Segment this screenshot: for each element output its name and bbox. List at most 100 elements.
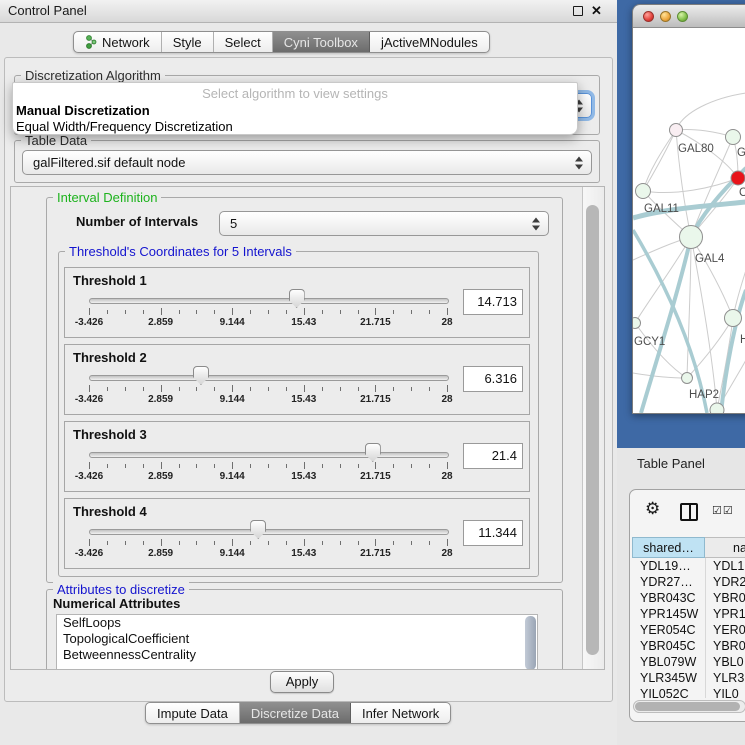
attributes-list: SelfLoopsTopologicalCoefficientBetweenne…	[56, 614, 538, 670]
zoom-button[interactable]	[677, 11, 688, 22]
network-node-gal4[interactable]	[680, 226, 703, 249]
slider-tick	[393, 387, 394, 391]
slider-tick	[322, 541, 323, 545]
network-edge[interactable]	[633, 373, 687, 378]
tab-select[interactable]: Select	[214, 32, 273, 52]
network-node-hap2[interactable]	[682, 373, 693, 384]
network-node-gcy1[interactable]	[633, 318, 641, 329]
slider-thumb[interactable]	[193, 366, 209, 385]
network-edge[interactable]	[691, 237, 733, 318]
close-button[interactable]	[643, 11, 654, 22]
slider-track[interactable]	[89, 452, 449, 458]
slider-tick	[393, 541, 394, 545]
threshold-value-field[interactable]: 11.344	[463, 520, 523, 546]
list-scrollbar[interactable]	[525, 616, 536, 670]
horizontal-scrollbar-track[interactable]	[633, 700, 745, 713]
slider-tick	[340, 541, 341, 545]
slider-tick	[286, 464, 287, 468]
slider-tick	[250, 310, 251, 314]
checkboxes-icon[interactable]: ☑☑	[712, 504, 734, 517]
thresholds-group-title: Threshold's Coordinates for 5 Intervals	[65, 244, 296, 259]
interval-definition-title: Interval Definition	[53, 190, 161, 205]
network-view-area: GAL80GACGAL11GAL4GCY1HHAP2	[617, 0, 745, 448]
top-tab-bar: NetworkStyleSelectCyni ToolboxjActiveMNo…	[73, 31, 490, 53]
slider-tick-label: -3.426	[59, 548, 119, 559]
attribute-item[interactable]: BetweennessCentrality	[57, 647, 537, 663]
threshold-value-field[interactable]: 6.316	[463, 366, 523, 392]
threshold-panel: Threshold 3-3.4262.8599.14415.4321.71528…	[64, 421, 530, 492]
network-edge[interactable]	[676, 93, 745, 130]
table-row[interactable]: YDL19…YDL1	[632, 559, 745, 575]
node-label: GAL80	[678, 143, 714, 155]
attributes-group-title: Attributes to discretize	[53, 582, 189, 597]
table-panel-title: Table Panel	[637, 456, 705, 471]
bottom-tab-bar: Impute DataDiscretize DataInfer Network	[145, 702, 451, 724]
table-row[interactable]: YER054CYER0	[632, 623, 745, 639]
slider-tick	[411, 310, 412, 314]
vertical-scrollbar-track[interactable]	[582, 187, 603, 669]
vertical-scrollbar-thumb[interactable]	[586, 205, 599, 655]
network-node[interactable]	[710, 403, 724, 413]
table-data-value: galFiltered.sif default node	[33, 155, 185, 170]
algorithm-option[interactable]: Manual Discretization	[13, 103, 577, 119]
table-data-combobox[interactable]: galFiltered.sif default node	[22, 150, 592, 175]
algorithm-option[interactable]: Equal Width/Frequency Discretization	[13, 119, 577, 135]
table-row[interactable]: YBL079WYBL0	[632, 655, 745, 671]
slider-tick	[250, 541, 251, 545]
slider-tick-label: 15.43	[274, 394, 334, 405]
num-intervals-combobox[interactable]: 5	[219, 211, 549, 236]
network-canvas[interactable]: GAL80GACGAL11GAL4GCY1HHAP2	[633, 28, 745, 413]
slider-thumb[interactable]	[365, 443, 381, 462]
slider-thumb[interactable]	[289, 289, 305, 308]
table-row[interactable]: YBR043CYBR0	[632, 591, 745, 607]
slider-track[interactable]	[89, 375, 449, 381]
network-node-gal11[interactable]	[636, 184, 651, 199]
network-node-h[interactable]	[725, 310, 742, 327]
tab-network[interactable]: Network	[74, 32, 162, 52]
cell-shared-name: YDR27…	[640, 575, 704, 589]
attribute-item[interactable]: TopologicalCoefficient	[57, 631, 537, 647]
network-window: GAL80GACGAL11GAL4GCY1HHAP2	[632, 4, 745, 414]
slider-track[interactable]	[89, 529, 449, 535]
network-edge-highlighted[interactable]	[641, 237, 691, 413]
minimize-button[interactable]	[660, 11, 671, 22]
float-window-icon[interactable]	[573, 6, 583, 16]
network-edge-highlighted[interactable]	[721, 290, 745, 413]
tab-cyni-toolbox[interactable]: Cyni Toolbox	[273, 32, 370, 52]
tab-impute-data[interactable]: Impute Data	[146, 703, 240, 723]
slider-thumb[interactable]	[250, 520, 266, 539]
attribute-item[interactable]: SelfLoops	[57, 615, 537, 631]
tab-discretize-data[interactable]: Discretize Data	[240, 703, 351, 723]
column-header-name[interactable]: na	[705, 537, 745, 558]
network-edge[interactable]	[643, 130, 676, 191]
threshold-value-field[interactable]: 14.713	[463, 289, 523, 315]
gear-icon[interactable]: ⚙	[645, 500, 660, 517]
table-row[interactable]: YBR045CYBR0	[632, 639, 745, 655]
slider-tick	[179, 387, 180, 391]
table-row[interactable]: YDR27…YDR2	[632, 575, 745, 591]
slider-tick	[429, 310, 430, 314]
horizontal-scrollbar-thumb[interactable]	[635, 702, 740, 711]
slider-tick	[107, 387, 108, 391]
table-row[interactable]: YLR345WYLR3	[632, 671, 745, 687]
tab-infer-network[interactable]: Infer Network	[351, 703, 450, 723]
network-node-c[interactable]	[731, 171, 745, 185]
network-edge[interactable]	[676, 129, 733, 137]
threshold-value-field[interactable]: 21.4	[463, 443, 523, 469]
column-header-shared[interactable]: shared…	[632, 537, 705, 558]
tab-style[interactable]: Style	[162, 32, 214, 52]
apply-button[interactable]: Apply	[270, 671, 334, 693]
slider-tick	[447, 385, 448, 392]
slider-tick	[250, 387, 251, 391]
slider-track[interactable]	[89, 298, 449, 304]
close-icon[interactable]: ✕	[591, 3, 602, 19]
network-node-gal80[interactable]	[670, 124, 683, 137]
columns-icon[interactable]	[680, 503, 698, 521]
network-node-ga[interactable]	[726, 130, 741, 145]
table-row[interactable]: YIL052CYIL0	[632, 687, 745, 698]
slider-tick-label: -3.426	[59, 394, 119, 405]
tab-jactivemnodules[interactable]: jActiveMNodules	[370, 32, 489, 52]
table-row[interactable]: YPR145WYPR1	[632, 607, 745, 623]
cell-name: YBL0	[713, 655, 745, 669]
slider-tick	[196, 387, 197, 391]
